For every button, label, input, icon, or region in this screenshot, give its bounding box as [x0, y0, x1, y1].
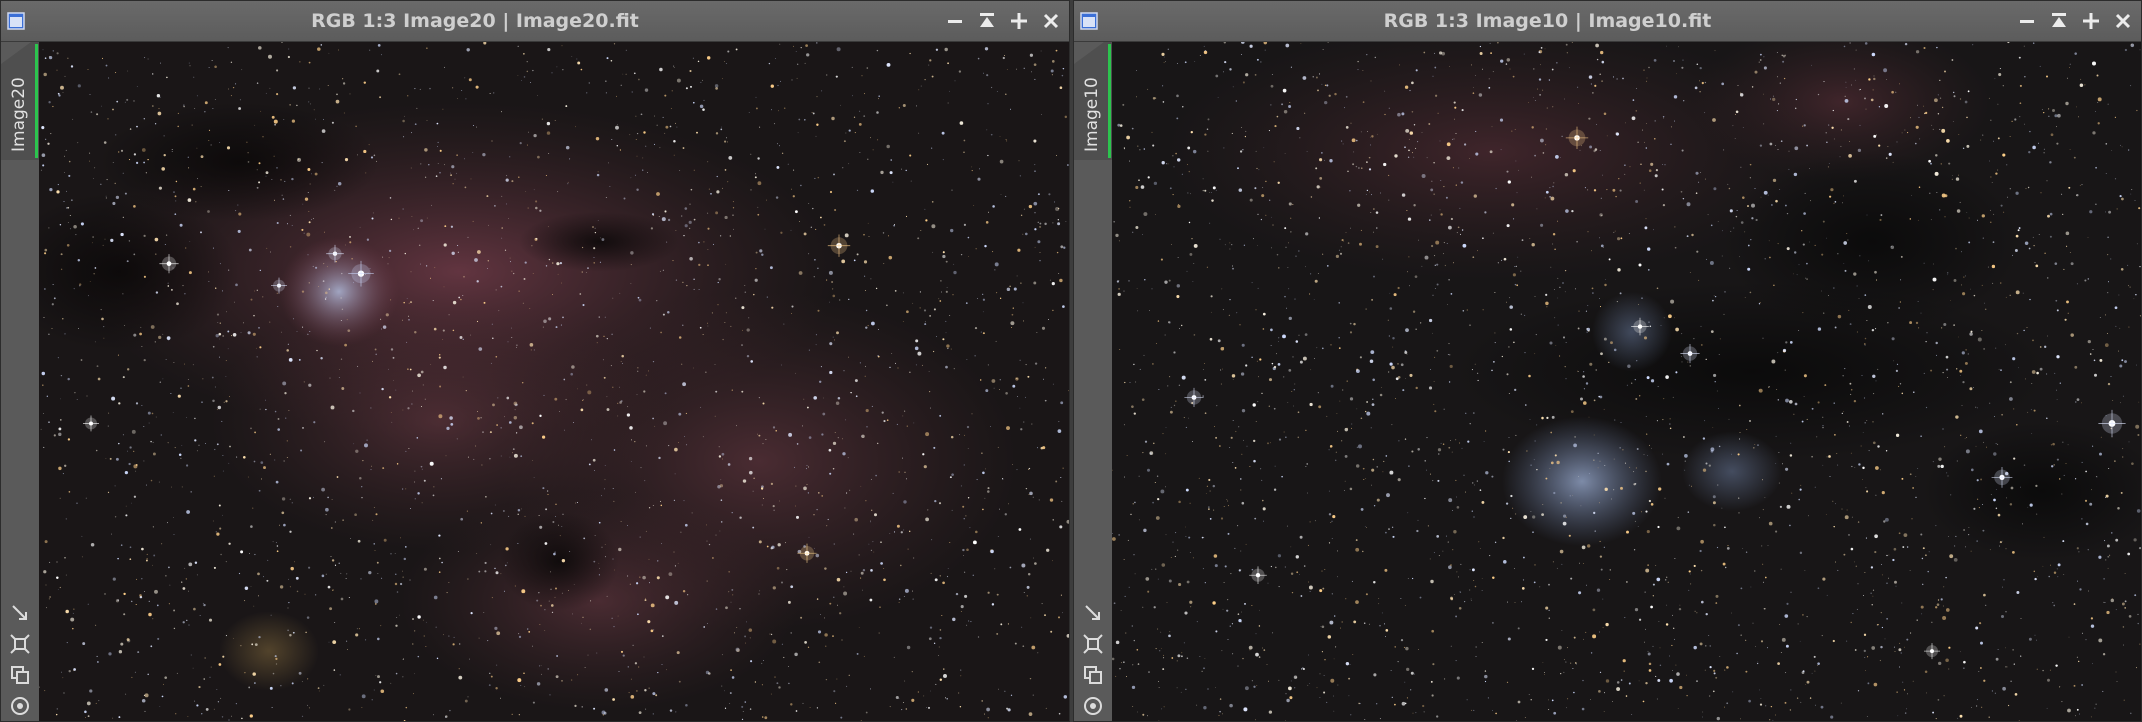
- view-sidebar: Image20: [1, 42, 39, 721]
- resize-arrow-icon[interactable]: [1082, 602, 1104, 624]
- starfield-image: [1112, 42, 2141, 721]
- target-icon[interactable]: [9, 695, 31, 717]
- tab-accent-bar: [35, 44, 38, 158]
- astro-image-canvas[interactable]: [1112, 42, 2141, 721]
- view-tab-image10[interactable]: Image10: [1074, 42, 1112, 160]
- window-menu-icon[interactable]: [7, 12, 25, 30]
- title-bar[interactable]: RGB 1:3 Image20 | Image20.fit: [1, 1, 1069, 42]
- tab-accent-bar: [1108, 44, 1111, 158]
- fit-frame-icon[interactable]: [9, 633, 31, 655]
- title-bar[interactable]: RGB 1:3 Image10 | Image10.fit: [1074, 1, 2141, 42]
- maximize-icon[interactable]: [1007, 9, 1031, 33]
- starfield-image: [39, 42, 1069, 721]
- target-icon[interactable]: [1082, 695, 1104, 717]
- close-icon[interactable]: [2111, 9, 2135, 33]
- clone-icon[interactable]: [1082, 664, 1104, 686]
- image-window-image20[interactable]: RGB 1:3 Image20 | Image20.fit Image20: [0, 0, 1070, 722]
- image-window-image10[interactable]: RGB 1:3 Image10 | Image10.fit Image10: [1073, 0, 2142, 722]
- minimize-icon[interactable]: [2015, 9, 2039, 33]
- shade-icon[interactable]: [2047, 9, 2071, 33]
- resize-arrow-icon[interactable]: [9, 602, 31, 624]
- close-icon[interactable]: [1039, 9, 1063, 33]
- view-tab-image20[interactable]: Image20: [1, 42, 39, 160]
- view-tab-label: Image10: [1082, 77, 1102, 152]
- view-tab-label: Image20: [9, 77, 29, 152]
- view-sidebar: Image10: [1074, 42, 1112, 721]
- window-title: RGB 1:3 Image20 | Image20.fit: [311, 10, 639, 32]
- minimize-icon[interactable]: [943, 9, 967, 33]
- fit-frame-icon[interactable]: [1082, 633, 1104, 655]
- clone-icon[interactable]: [9, 664, 31, 686]
- shade-icon[interactable]: [975, 9, 999, 33]
- astro-image-canvas[interactable]: [39, 42, 1069, 721]
- maximize-icon[interactable]: [2079, 9, 2103, 33]
- window-menu-icon[interactable]: [1080, 12, 1098, 30]
- window-title: RGB 1:3 Image10 | Image10.fit: [1383, 10, 1712, 32]
